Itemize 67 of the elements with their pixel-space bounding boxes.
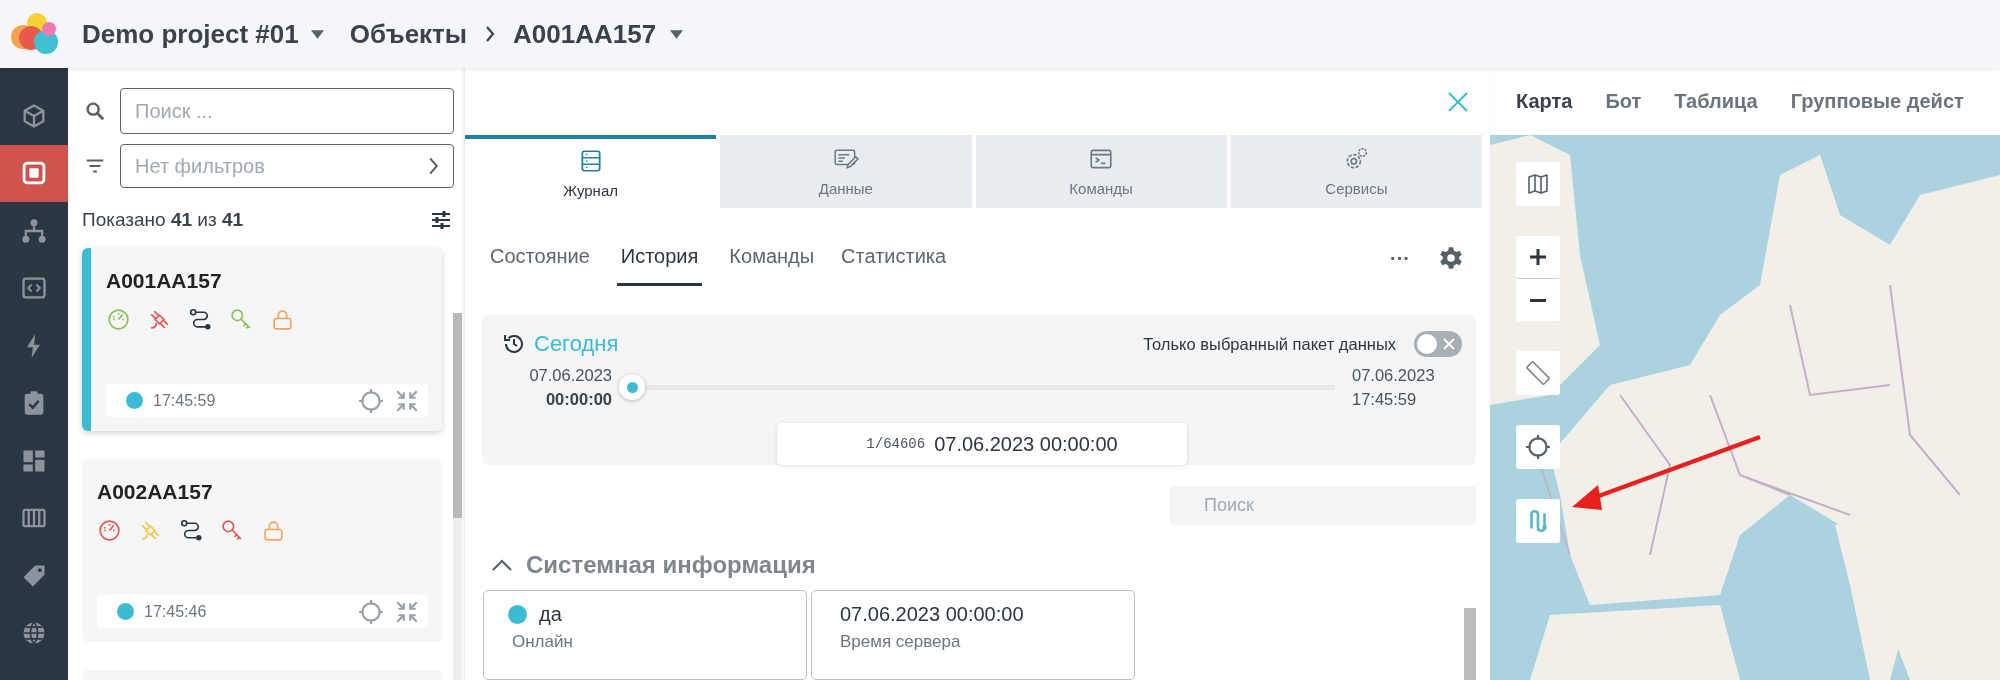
locate-icon[interactable] <box>358 387 384 414</box>
tab[interactable]: Команды <box>729 230 815 286</box>
tab[interactable]: Групповые дейст <box>1790 90 1964 113</box>
slider-thumb[interactable] <box>619 374 645 400</box>
breadcrumb-item[interactable]: Объекты <box>349 18 468 50</box>
search-field[interactable]: Поиск <box>1170 486 1476 525</box>
scrollbar[interactable] <box>453 313 462 680</box>
object-name: A002AA157 <box>97 480 213 504</box>
end-time: 17:45:59 <box>1352 389 1418 410</box>
chevron-icon[interactable] <box>492 559 512 571</box>
field-label: Время сервера <box>840 632 962 652</box>
end-date: 07.06.2023 <box>1352 365 1436 386</box>
start-time: 00:00:00 <box>545 389 612 410</box>
tab[interactable]: Таблица <box>1674 90 1758 113</box>
nav-item[interactable] <box>0 144 68 202</box>
packet-index: 1/64606 <box>866 436 926 452</box>
tab[interactable]: История <box>616 230 703 286</box>
more-button[interactable]: ··· <box>1390 230 1410 286</box>
hierarchy-icon <box>20 216 48 245</box>
scrollbar[interactable] <box>1464 608 1476 680</box>
tab[interactable]: Состояние <box>490 230 590 286</box>
object-count: Показано 41 из 41 <box>82 209 244 231</box>
object-time: 17:45:59 <box>153 391 217 410</box>
toggle-switch[interactable] <box>1414 331 1462 357</box>
locate-button[interactable] <box>1516 425 1560 469</box>
tab[interactable]: Команды <box>975 135 1227 208</box>
chevron-icon <box>428 157 439 175</box>
search-field[interactable]: Поиск ... <box>120 88 454 134</box>
project-name[interactable]: Demo project #01 <box>82 18 299 50</box>
section-title: Системная информация <box>526 551 816 579</box>
chevron-icon <box>485 26 496 42</box>
field-label: Онлайн <box>512 632 574 652</box>
tab[interactable]: Статистика <box>841 230 947 286</box>
history-icon <box>502 332 526 356</box>
object-name: A001AA157 <box>106 269 222 293</box>
ruler-icon <box>1525 360 1551 386</box>
sliders-icon[interactable] <box>429 208 453 232</box>
search-icon <box>84 100 106 122</box>
ruler-button[interactable] <box>1516 351 1560 395</box>
tab[interactable]: Журнал <box>465 135 717 208</box>
close-icon[interactable] <box>1448 91 1468 112</box>
breadcrumb-item[interactable]: A001AA157 <box>513 18 657 50</box>
object-card[interactable]: A002AA157 17:45:46 <box>82 459 442 642</box>
packet-time: 07.06.2023 00:00:00 <box>934 432 1118 456</box>
object-card[interactable]: A001AA157 17:45:59 <box>82 248 442 431</box>
zoom-in-button[interactable] <box>1516 236 1560 279</box>
object-time: 17:45:46 <box>144 602 208 621</box>
locate-icon[interactable] <box>358 598 384 625</box>
field-value: 07.06.2023 00:00:00 <box>840 603 1024 626</box>
caret-icon[interactable] <box>670 30 684 39</box>
start-date: 07.06.2023 <box>529 365 612 386</box>
settings-icon[interactable] <box>1438 245 1464 271</box>
plus-icon <box>1528 247 1548 267</box>
caret-icon[interactable] <box>310 30 324 39</box>
minus-icon <box>1530 298 1546 302</box>
layers-button[interactable] <box>1516 162 1560 206</box>
toggle-label: Только выбранный пакет данных <box>1143 334 1396 354</box>
logo-icon[interactable] <box>9 11 59 57</box>
field-value: да <box>539 603 562 626</box>
route-button[interactable] <box>1516 499 1560 543</box>
tab[interactable]: Сервисы <box>1230 135 1482 208</box>
cross-icon <box>1443 338 1455 350</box>
tab[interactable]: Данные <box>720 135 972 208</box>
tab[interactable]: Карта <box>1516 90 1573 113</box>
map-icon <box>1526 172 1550 196</box>
tab[interactable]: Бот <box>1605 90 1642 113</box>
locate-icon <box>1525 434 1551 460</box>
